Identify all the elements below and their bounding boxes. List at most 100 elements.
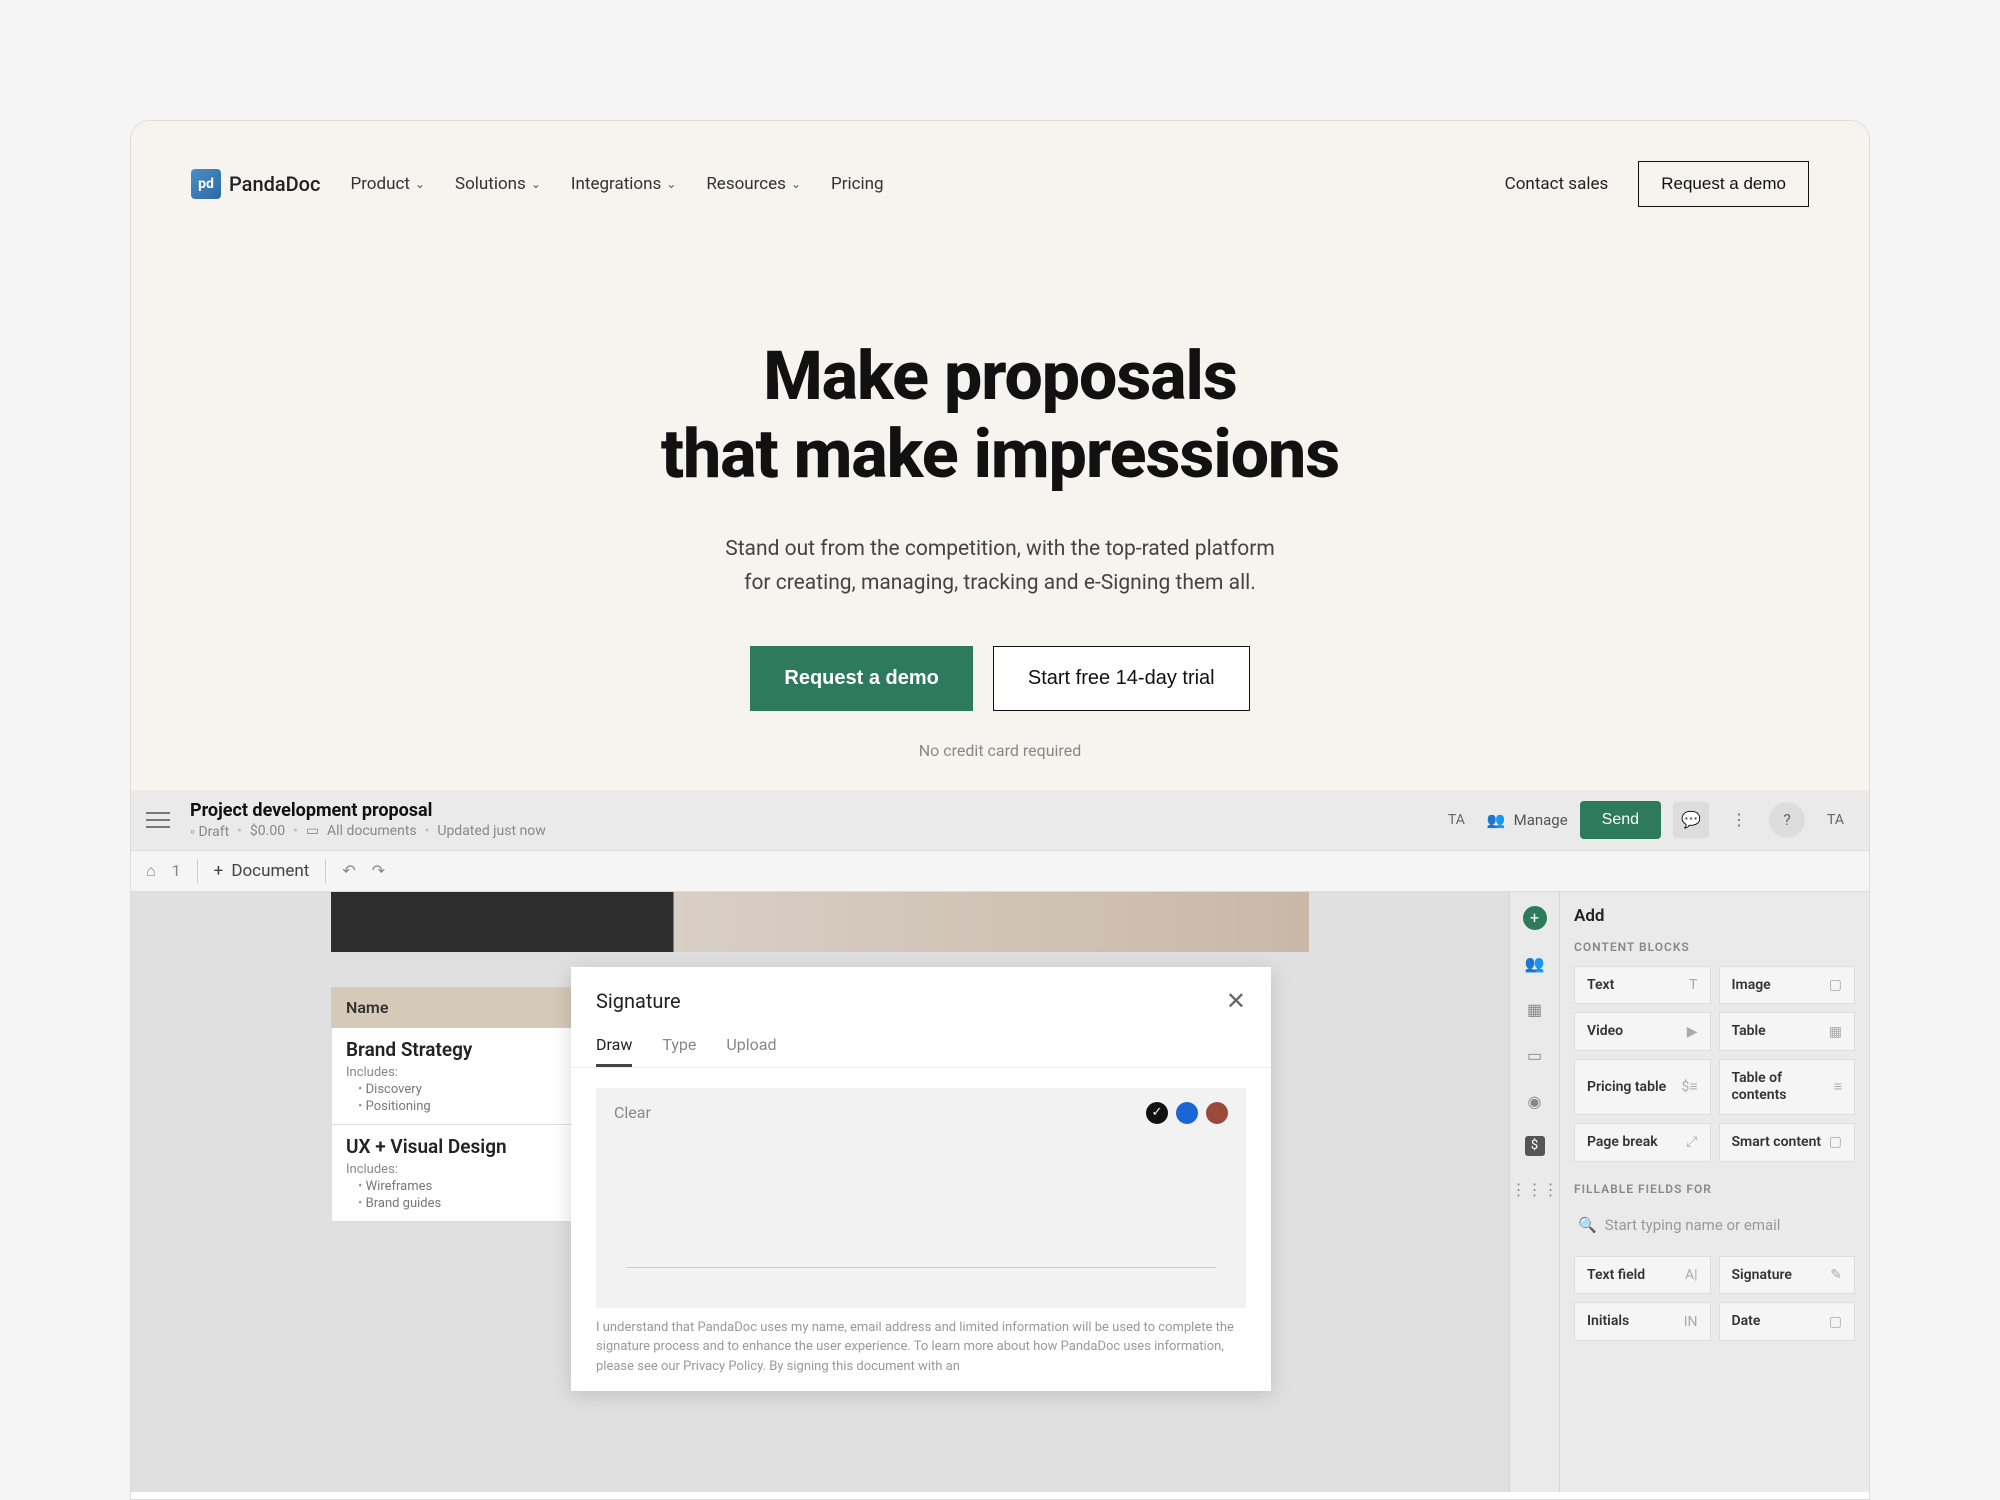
nav-right: Contact sales Request a demo <box>1505 161 1809 207</box>
signature-disclaimer: I understand that PandaDoc uses my name,… <box>571 1318 1271 1392</box>
nav-product[interactable]: Product ⌄ <box>350 174 425 194</box>
panel-title: Add <box>1574 906 1855 926</box>
document-side-table: Name Brand Strategy Includes: Discovery … <box>331 987 591 1222</box>
field-signature[interactable]: Signature ✎ <box>1719 1256 1856 1295</box>
undo-icon[interactable]: ↶ <box>342 861 355 880</box>
block-pricing-table[interactable]: Pricing table$≡ <box>1574 1059 1711 1115</box>
block-label: Initials <box>1587 1313 1629 1330</box>
signature-line <box>626 1267 1216 1268</box>
nav-resources[interactable]: Resources ⌄ <box>706 174 801 194</box>
nav-links: Product ⌄ Solutions ⌄ Integrations ⌄ Res… <box>350 174 1504 194</box>
status-badge: ◦ Draft <box>190 823 229 840</box>
block-label: Smart content <box>1732 1134 1822 1151</box>
textfield-icon: A| <box>1685 1267 1698 1283</box>
block-text[interactable]: TextT <box>1574 966 1711 1005</box>
nav-label: Solutions <box>455 174 526 194</box>
send-button[interactable]: Send <box>1580 801 1661 839</box>
project-meta: ◦ Draft • $0.00 • ▭ All documents • Upda… <box>190 823 1438 840</box>
help-button[interactable]: ? <box>1769 802 1805 838</box>
document-header-image <box>331 892 1309 952</box>
start-trial-cta[interactable]: Start free 14-day trial <box>993 646 1250 711</box>
search-placeholder: Start typing name or email <box>1605 1216 1781 1234</box>
hero-cta-row: Request a demo Start free 14-day trial <box>131 646 1869 711</box>
block-image[interactable]: Image▢ <box>1719 966 1856 1005</box>
content-blocks-grid: TextT Image▢ Video▶ Table▦ Pricing table… <box>1574 966 1855 1162</box>
block-label: Signature <box>1732 1267 1792 1284</box>
price-label: $0.00 <box>250 823 285 839</box>
people-icon: 👥 <box>1487 811 1506 829</box>
app-toolbar: ⌂ 1 + Document ↶ ↷ <box>131 851 1869 892</box>
home-icon[interactable]: ⌂ <box>146 861 156 881</box>
tab-draw[interactable]: Draw <box>596 1025 632 1067</box>
table-icon: ▦ <box>1829 1024 1842 1040</box>
field-date[interactable]: Date▢ <box>1719 1302 1856 1341</box>
block-label: Page break <box>1587 1134 1658 1151</box>
logo[interactable]: pd PandaDoc <box>191 169 320 199</box>
avatar[interactable]: TA <box>1438 806 1475 834</box>
clear-button[interactable]: Clear <box>614 1103 651 1122</box>
panel-icon-rail: + 👥 ▦ ▭ ◉ $ ⋮⋮⋮ <box>1510 892 1560 1492</box>
block-video[interactable]: Video▶ <box>1574 1012 1711 1051</box>
layout-icon[interactable]: ▭ <box>1523 1044 1547 1068</box>
pricing-icon[interactable]: $ <box>1525 1136 1545 1156</box>
contact-sales-link[interactable]: Contact sales <box>1505 174 1609 194</box>
nav-pricing[interactable]: Pricing <box>831 174 884 194</box>
people-icon[interactable]: 👥 <box>1523 952 1547 976</box>
add-icon[interactable]: + <box>1523 906 1547 930</box>
project-title-block: Project development proposal ◦ Draft • $… <box>190 800 1438 840</box>
request-demo-button[interactable]: Request a demo <box>1638 161 1809 207</box>
hero-section: pd PandaDoc Product ⌄ Solutions ⌄ Integr… <box>131 121 1869 790</box>
hero-title-line2: that make impressions <box>661 414 1339 494</box>
tab-upload[interactable]: Upload <box>726 1025 776 1067</box>
manage-button[interactable]: 👥 Manage <box>1487 811 1568 829</box>
grid-icon[interactable]: ⋮⋮⋮ <box>1523 1178 1547 1202</box>
fillable-fields-label: FILLABLE FIELDS FOR <box>1574 1182 1855 1196</box>
video-icon: ▶ <box>1687 1024 1698 1040</box>
nav-solutions[interactable]: Solutions ⌄ <box>455 174 541 194</box>
manage-label-text: Manage <box>1514 811 1568 829</box>
avatar[interactable]: TA <box>1817 806 1854 834</box>
row-item: Positioning <box>358 1099 576 1114</box>
pricing-icon: $≡ <box>1681 1078 1697 1095</box>
app-preview: Project development proposal ◦ Draft • $… <box>131 790 1869 1490</box>
nav-integrations[interactable]: Integrations ⌄ <box>571 174 676 194</box>
recipient-search[interactable]: 🔍 Start typing name or email <box>1574 1208 1855 1242</box>
block-table[interactable]: Table▦ <box>1719 1012 1856 1051</box>
app-header-right: TA 👥 Manage Send 💬 ⋮ ? TA <box>1438 801 1854 839</box>
color-blue[interactable] <box>1176 1102 1198 1124</box>
image-icon: ▢ <box>1829 977 1842 993</box>
comment-button[interactable]: 💬 <box>1673 802 1709 838</box>
right-panel: + 👥 ▦ ▭ ◉ $ ⋮⋮⋮ Add CONTENT BLOCKS TextT… <box>1509 892 1869 1492</box>
block-label: Text field <box>1587 1267 1645 1284</box>
block-label: Text <box>1587 977 1614 994</box>
request-demo-cta[interactable]: Request a demo <box>750 646 972 711</box>
field-text[interactable]: Text field A| <box>1574 1256 1711 1295</box>
field-initials[interactable]: InitialsIN <box>1574 1302 1711 1341</box>
content-blocks-label: CONTENT BLOCKS <box>1574 940 1855 954</box>
row-title: Brand Strategy <box>346 1038 576 1061</box>
table-row: UX + Visual Design Includes: Wireframes … <box>331 1125 591 1222</box>
block-label: Table of contents <box>1732 1070 1834 1104</box>
signature-tabs: Draw Type Upload <box>571 1025 1271 1068</box>
add-document-button[interactable]: + Document <box>214 861 310 881</box>
color-black[interactable]: ✓ <box>1146 1102 1168 1124</box>
folder-label[interactable]: All documents <box>327 823 417 839</box>
signature-canvas[interactable]: Clear ✓ <box>596 1088 1246 1308</box>
more-button[interactable]: ⋮ <box>1721 802 1757 838</box>
signature-icon: ✎ <box>1830 1267 1842 1283</box>
color-red[interactable] <box>1206 1102 1228 1124</box>
hamburger-icon[interactable] <box>146 812 170 828</box>
block-page-break[interactable]: Page break⤢ <box>1574 1123 1711 1162</box>
nav-label: Product <box>350 174 409 194</box>
row-item: Brand guides <box>358 1196 576 1211</box>
top-nav: pd PandaDoc Product ⌄ Solutions ⌄ Integr… <box>131 141 1869 227</box>
chevron-down-icon: ⌄ <box>531 177 541 191</box>
redo-icon[interactable]: ↷ <box>372 861 385 880</box>
page-count: 1 <box>172 861 181 880</box>
block-toc[interactable]: Table of contents≡ <box>1719 1059 1856 1115</box>
blocks-icon[interactable]: ▦ <box>1523 998 1547 1022</box>
tab-type[interactable]: Type <box>662 1025 696 1067</box>
close-icon[interactable]: ✕ <box>1226 987 1246 1015</box>
design-icon[interactable]: ◉ <box>1523 1090 1547 1114</box>
block-smart-content[interactable]: Smart content▢ <box>1719 1123 1856 1162</box>
